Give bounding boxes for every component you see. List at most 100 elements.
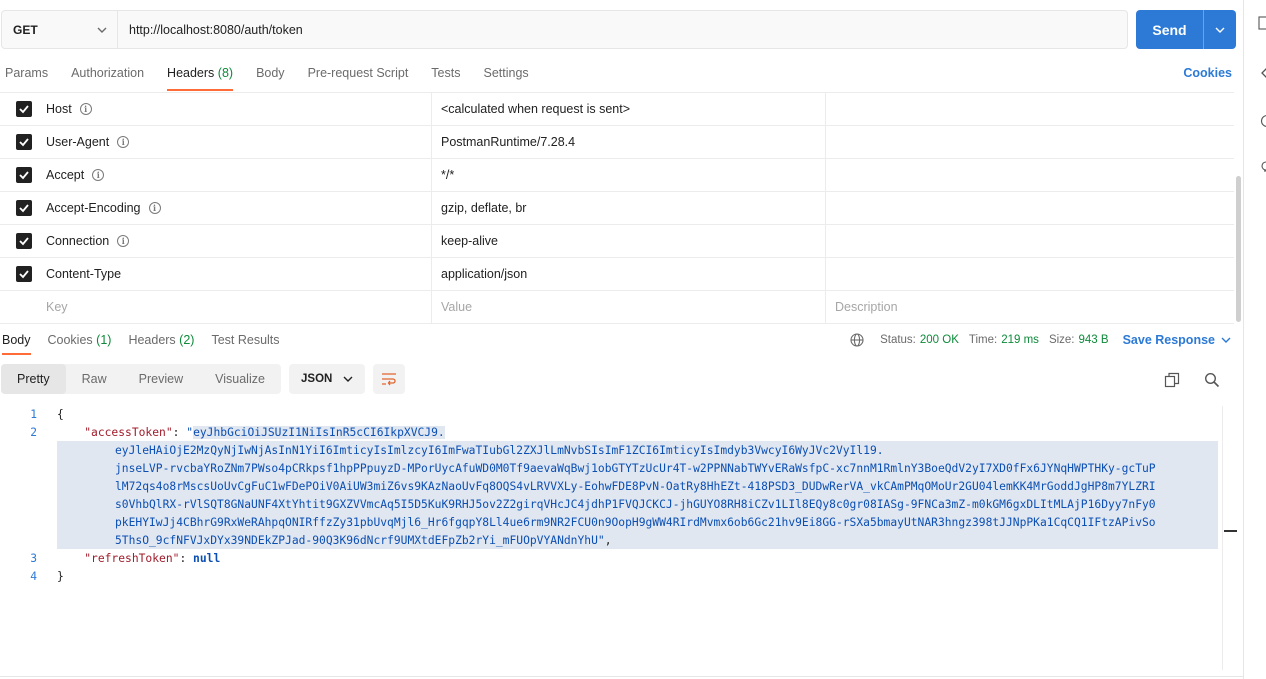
response-tabs: Body Cookies (1) Headers (2) Test Result… <box>0 324 1240 356</box>
view-mode-segment: Pretty Raw Preview Visualize <box>1 364 281 394</box>
header-value[interactable]: */* <box>432 159 826 191</box>
tab-response-cookies[interactable]: Cookies (1) <box>48 324 112 355</box>
info-icon[interactable]: i <box>79 103 92 115</box>
headers-count: (8) <box>217 66 234 80</box>
chevron-left-icon[interactable] <box>1258 66 1266 80</box>
status-value: 200 OK <box>919 334 959 346</box>
header-checkbox[interactable] <box>16 200 32 216</box>
body-toolbar: Pretty Raw Preview Visualize JSON <box>1 364 405 394</box>
headers-scrollbar[interactable] <box>1236 176 1241 322</box>
url-input[interactable]: http://localhost:8080/auth/token <box>118 11 1127 48</box>
search-icon[interactable] <box>1204 372 1220 388</box>
info-circle-icon[interactable] <box>1258 114 1266 128</box>
new-description-input[interactable]: Description <box>826 291 1234 323</box>
divider <box>0 676 1243 677</box>
header-description[interactable] <box>826 192 1234 224</box>
lightbulb-icon[interactable] <box>1258 160 1266 174</box>
json-key: "accessToken" <box>84 426 173 439</box>
format-select[interactable]: JSON <box>289 364 365 394</box>
view-visualize[interactable]: Visualize <box>199 364 281 394</box>
token-line: eyJhbGciOiJSUzI1NiIsInR5cCI6IkpXVCJ9. <box>193 426 445 439</box>
status-indicator: Status: 200 OK <box>880 334 959 346</box>
request-url-bar: GET http://localhost:8080/auth/token <box>1 10 1128 49</box>
token-line: eyJleHAiOjE2MzQyNjIwNjAsInN1YiI6ImticyIs… <box>57 442 1218 460</box>
globe-icon[interactable] <box>850 333 864 347</box>
table-row: Accept-Encoding i gzip, deflate, br <box>0 192 1234 225</box>
new-key-input[interactable]: Key <box>0 291 432 323</box>
scroll-marker <box>1224 530 1237 532</box>
wrap-lines-button[interactable] <box>373 364 405 394</box>
send-label[interactable]: Send <box>1136 10 1204 49</box>
header-checkbox[interactable] <box>16 134 32 150</box>
header-value[interactable]: gzip, deflate, br <box>432 192 826 224</box>
tab-response-body[interactable]: Body <box>2 324 31 355</box>
table-row: Content-Type application/json <box>0 258 1234 291</box>
table-row-new: Key Value Description <box>0 291 1234 324</box>
chevron-down-icon <box>1221 337 1231 343</box>
time-value: 219 ms <box>1001 334 1039 346</box>
chevron-down-icon <box>1215 27 1225 33</box>
chevron-down-icon <box>343 376 353 382</box>
header-key: Host <box>46 102 72 116</box>
time-indicator: Time: 219 ms <box>968 334 1039 346</box>
table-row: Accept i */* <box>0 159 1234 192</box>
header-key: Accept-Encoding <box>46 201 141 215</box>
header-key: Connection <box>46 234 110 248</box>
send-dropdown[interactable] <box>1204 10 1236 49</box>
response-body-code[interactable]: 1 2 3 4 { "accessToken": "eyJhbGciOiJSUz… <box>0 406 1222 670</box>
info-icon[interactable]: i <box>117 136 130 148</box>
save-response-button[interactable]: Save Response <box>1123 333 1231 347</box>
header-key: User-Agent <box>46 135 110 149</box>
tab-headers[interactable]: Headers (8) <box>167 58 234 91</box>
header-value[interactable]: keep-alive <box>432 225 826 257</box>
token-line: 5ThsO_9cfNFVJxDYx39NDEkZPJad-90Q3K96dNcr… <box>115 534 598 547</box>
tab-params[interactable]: Params <box>5 58 48 91</box>
table-row: Connection i keep-alive <box>0 225 1234 258</box>
tab-tests[interactable]: Tests <box>431 58 460 91</box>
tab-test-results[interactable]: Test Results <box>211 324 279 355</box>
header-description[interactable] <box>826 93 1234 125</box>
table-row: User-Agent i PostmanRuntime/7.28.4 <box>0 126 1234 159</box>
code-scrollbar[interactable] <box>1222 406 1237 670</box>
view-pretty[interactable]: Pretty <box>1 364 66 394</box>
send-button[interactable]: Send <box>1136 10 1236 49</box>
info-icon[interactable]: i <box>92 169 105 181</box>
wrap-icon <box>382 373 396 386</box>
check-icon <box>19 270 29 279</box>
check-icon <box>19 105 29 114</box>
view-preview[interactable]: Preview <box>123 364 199 394</box>
tab-pre-request-script[interactable]: Pre-request Script <box>308 58 409 91</box>
json-null: null <box>193 552 221 565</box>
table-row: Host i <calculated when request is sent> <box>0 93 1234 126</box>
info-icon[interactable]: i <box>148 202 161 214</box>
header-description[interactable] <box>826 126 1234 158</box>
header-checkbox[interactable] <box>16 266 32 282</box>
header-description[interactable] <box>826 225 1234 257</box>
tab-authorization[interactable]: Authorization <box>71 58 144 91</box>
view-raw[interactable]: Raw <box>66 364 123 394</box>
header-value[interactable]: <calculated when request is sent> <box>432 93 826 125</box>
tab-body[interactable]: Body <box>256 58 285 91</box>
header-value[interactable]: PostmanRuntime/7.28.4 <box>432 126 826 158</box>
method-select[interactable]: GET <box>2 11 118 48</box>
new-value-input[interactable]: Value <box>432 291 826 323</box>
response-status: Status: 200 OK Time: 219 ms Size: 943 B Sav… <box>850 333 1231 347</box>
check-icon <box>19 237 29 246</box>
cookies-link[interactable]: Cookies <box>1183 66 1232 80</box>
header-checkbox[interactable] <box>16 101 32 117</box>
header-checkbox[interactable] <box>16 233 32 249</box>
header-description[interactable] <box>826 258 1234 290</box>
header-checkbox[interactable] <box>16 167 32 183</box>
copy-icon[interactable] <box>1164 372 1180 388</box>
document-icon[interactable] <box>1258 16 1266 30</box>
header-description[interactable] <box>826 159 1234 191</box>
header-value[interactable]: application/json <box>432 258 826 290</box>
tab-response-headers[interactable]: Headers (2) <box>128 324 194 355</box>
check-icon <box>19 138 29 147</box>
format-label: JSON <box>301 373 333 385</box>
headers-table: Host i <calculated when request is sent> … <box>0 92 1234 324</box>
line-numbers: 1 2 3 4 <box>30 408 37 583</box>
tab-settings[interactable]: Settings <box>483 58 528 91</box>
header-key: Content-Type <box>46 267 122 281</box>
info-icon[interactable]: i <box>117 235 130 247</box>
